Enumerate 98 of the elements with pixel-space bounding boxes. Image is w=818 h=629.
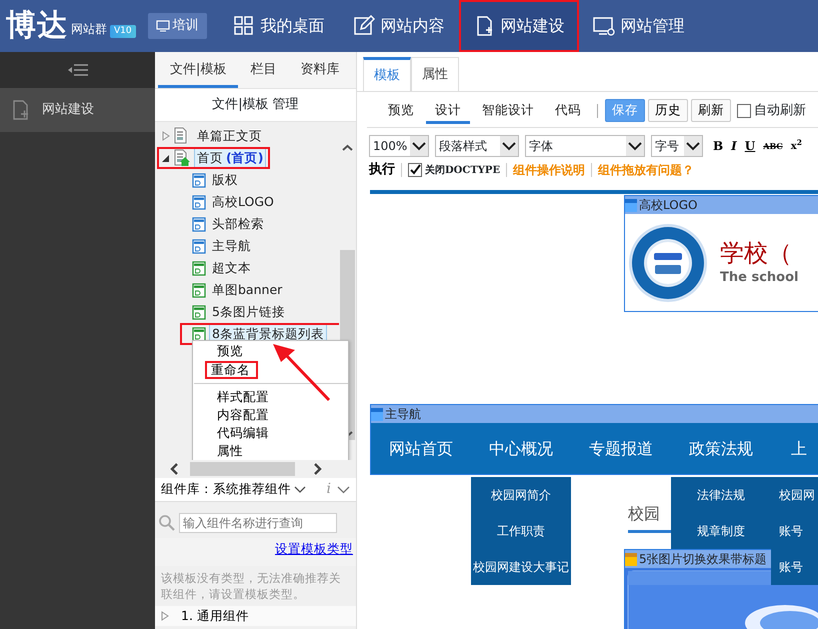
view-tab[interactable]: 智能设计 xyxy=(473,97,543,124)
auto-refresh-checkbox[interactable]: 自动刷新 xyxy=(737,100,806,120)
nav-tab[interactable]: 我的桌面 xyxy=(218,0,339,52)
font-select[interactable]: 字体 xyxy=(525,135,645,157)
doctype-checkbox[interactable]: 关闭DOCTYPE xyxy=(408,162,500,178)
nav-menu-item[interactable]: 专题报道 xyxy=(571,423,671,474)
edit-icon xyxy=(352,15,375,37)
version-badge: V10 xyxy=(110,25,136,38)
logo-text: 博达 xyxy=(6,11,68,41)
chevron-down-icon xyxy=(294,486,306,494)
module-title: 5张图片切换效果带标题 xyxy=(639,551,767,568)
tree-item[interactable]: 高校LOGO xyxy=(209,192,277,212)
chevron-down-icon[interactable] xyxy=(337,486,350,494)
module-title: 高校LOGO xyxy=(639,197,698,214)
editor-tab[interactable]: 模板 xyxy=(363,57,411,91)
toolbar-button[interactable]: 刷新 xyxy=(691,99,731,122)
strikethrough-button[interactable]: ABC xyxy=(759,140,787,152)
context-menu-item[interactable]: 内容配置 xyxy=(211,406,275,424)
module-icon xyxy=(192,260,206,276)
module-icon xyxy=(192,194,206,210)
superscript-button[interactable]: x$^{2}$ xyxy=(786,138,806,154)
library-dropdown[interactable]: 组件库：系统推荐组件 xyxy=(161,480,306,499)
training-button[interactable]: 培训 xyxy=(148,13,207,39)
hint-message: 该模板没有类型，无法准确推荐关联组件，请设置模板类型。 xyxy=(160,570,342,603)
panel-tab[interactable]: 栏目 xyxy=(238,52,288,88)
nav-menu-item[interactable]: 中心概况 xyxy=(471,423,571,474)
module-icon xyxy=(192,216,206,232)
nav-menu-item[interactable]: 网站首页 xyxy=(371,423,471,474)
module-icon xyxy=(192,172,206,188)
view-tab[interactable]: 设计 xyxy=(426,97,470,124)
category-item[interactable]: 1. 通用组件 xyxy=(155,606,356,626)
tree-item[interactable]: 单篇正文页 xyxy=(194,126,265,146)
collapsed-triangle-icon xyxy=(161,611,169,621)
font-size-select[interactable]: 字号 xyxy=(651,135,703,157)
module-icon xyxy=(625,552,637,566)
nav-tab[interactable]: 网站管理 xyxy=(578,0,699,52)
dropdown-item[interactable]: 校园网 xyxy=(771,477,818,513)
product-name: 网站群 xyxy=(71,21,107,38)
context-menu-item[interactable]: 预览 xyxy=(211,342,249,360)
school-name: 学校（ xyxy=(720,238,793,268)
bold-button[interactable]: B xyxy=(709,137,728,155)
view-tab[interactable]: 预览 xyxy=(379,97,423,124)
sidebar-item[interactable]: 网站建设 xyxy=(0,88,155,132)
module-icon xyxy=(625,198,637,212)
tree-item[interactable]: 5条图片链接 xyxy=(209,302,288,322)
search-field[interactable]: 输入组件名称进行查询 xyxy=(179,513,337,533)
checkmark-icon xyxy=(409,164,421,176)
module-title: 主导航 xyxy=(385,406,421,423)
module-icon xyxy=(371,408,383,420)
document-plus-icon xyxy=(12,100,30,120)
zoom-select[interactable]: 100% xyxy=(369,135,429,157)
monitor-icon xyxy=(156,20,170,32)
execute-button[interactable]: 执行 xyxy=(369,160,395,180)
dropdown-item[interactable]: 账号 xyxy=(771,549,818,585)
paragraph-style-select[interactable]: 段落样式 xyxy=(435,135,519,157)
dropdown-item[interactable]: 账号 xyxy=(771,513,818,549)
tree-item[interactable]: 主导航 xyxy=(209,236,254,256)
home-page-icon xyxy=(174,149,191,167)
tree-item[interactable]: 版权 xyxy=(209,170,241,190)
context-menu-item[interactable]: 样式配置 xyxy=(211,388,275,406)
toolbar-button[interactable]: 历史 xyxy=(648,99,688,122)
nav-tab[interactable]: 网站建设 xyxy=(458,0,579,52)
view-tab[interactable]: 代码 xyxy=(546,97,590,124)
tree-item[interactable]: 单图banner xyxy=(209,280,286,300)
panel-tab[interactable]: 文件|模板 xyxy=(158,52,238,88)
module-icon xyxy=(192,282,206,298)
italic-button[interactable]: I xyxy=(727,137,741,155)
collapse-icon[interactable] xyxy=(66,63,88,77)
search-icon[interactable] xyxy=(158,514,176,532)
module-icon xyxy=(192,238,206,254)
nav-tab[interactable]: 网站内容 xyxy=(338,0,459,52)
tree-item[interactable]: 头部检索 xyxy=(209,214,267,234)
dropdown-item[interactable]: 工作职责 xyxy=(471,513,571,549)
chevron-down-icon xyxy=(500,136,518,156)
panel-tab[interactable]: 资料库 xyxy=(288,52,352,88)
chevron-down-icon xyxy=(626,136,644,156)
context-menu-item[interactable]: 重命名 xyxy=(205,361,258,379)
nav-menu-item[interactable]: 上 xyxy=(771,423,818,474)
set-type-link[interactable]: 设置模板类型 xyxy=(275,541,353,556)
tree-item[interactable]: 超文本 xyxy=(209,258,254,278)
tree-item[interactable]: 首页 (首页) xyxy=(194,148,266,168)
chevron-down-icon xyxy=(684,136,702,156)
nav-menu-item[interactable]: 政策法规 xyxy=(671,423,771,474)
dropdown-item[interactable]: 校园网建设大事记 xyxy=(471,549,571,585)
module-icon xyxy=(192,304,206,320)
panel-title: 文件|模板 管理 xyxy=(212,96,299,114)
grid-icon xyxy=(232,15,255,37)
expanded-triangle-icon[interactable] xyxy=(161,153,171,163)
annotation-arrow xyxy=(271,342,333,404)
school-name-english: The school xyxy=(720,269,798,288)
monitor-gear-icon xyxy=(592,15,615,37)
dropdown-item[interactable]: 校园网简介 xyxy=(471,477,571,513)
underline-button[interactable]: U xyxy=(740,137,760,155)
context-menu-item[interactable]: 属性 xyxy=(211,442,249,460)
collapsed-triangle-icon[interactable] xyxy=(161,131,171,141)
chevron-down-icon xyxy=(410,136,428,156)
editor-tab[interactable]: 属性 xyxy=(411,57,459,91)
context-menu-item[interactable]: 代码编辑 xyxy=(211,424,275,442)
